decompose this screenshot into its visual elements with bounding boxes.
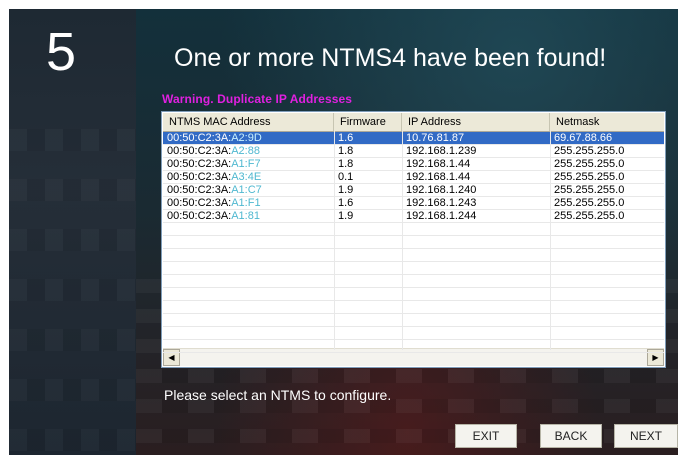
- mac-prefix: 00:50:C2:3A:: [167, 158, 232, 170]
- step-number: 5: [45, 22, 77, 82]
- selection-prompt: Please select an NTMS to configure.: [164, 387, 392, 403]
- mac-suffix: A3:4E: [231, 171, 262, 183]
- grid-line: [163, 222, 664, 223]
- mac-prefix: 00:50:C2:3A:: [167, 132, 232, 144]
- grid-line: [163, 352, 664, 353]
- next-button[interactable]: NEXT: [614, 424, 678, 448]
- column-header-mac[interactable]: NTMS MAC Address: [163, 113, 334, 131]
- grid-line: [163, 144, 664, 145]
- mac-prefix: 00:50:C2:3A:: [167, 184, 232, 196]
- mac-prefix: 00:50:C2:3A:: [167, 171, 232, 183]
- horizontal-scrollbar[interactable]: ◀ ▶: [163, 348, 664, 366]
- grid-line: [163, 274, 664, 275]
- grid-line: [163, 248, 664, 249]
- grid-line: [163, 313, 664, 314]
- grid-line: [163, 183, 664, 184]
- column-header-netmask[interactable]: Netmask: [550, 113, 664, 131]
- grid-line: [163, 209, 664, 210]
- grid-line: [163, 287, 664, 288]
- mac-suffix: A2:9D: [231, 132, 262, 144]
- mac-suffix: A1:C7: [231, 184, 262, 196]
- grid-line: [163, 339, 664, 340]
- grid-line: [402, 131, 403, 350]
- duplicate-ip-warning: Warning. Duplicate IP Addresses: [162, 92, 353, 106]
- page-title: One or more NTMS4 have been found!: [174, 44, 607, 72]
- grid-line: [163, 300, 664, 301]
- column-header-firmware[interactable]: Firmware: [334, 113, 402, 131]
- mac-prefix: 00:50:C2:3A:: [167, 145, 232, 157]
- column-header-ip[interactable]: IP Address: [402, 113, 550, 131]
- grid-line: [163, 170, 664, 171]
- grid-line: [163, 157, 664, 158]
- grid-line: [163, 196, 664, 197]
- grid-line: [550, 131, 551, 350]
- mac-prefix: 00:50:C2:3A:: [167, 197, 232, 209]
- mac-suffix: A2:88: [231, 145, 260, 157]
- grid-line: [163, 261, 664, 262]
- back-button[interactable]: BACK: [540, 424, 602, 448]
- ntms-device-list[interactable]: NTMS MAC Address Firmware IP Address Net…: [161, 111, 666, 368]
- mac-prefix: 00:50:C2:3A:: [167, 210, 232, 222]
- mac-suffix: A1:F1: [231, 197, 261, 209]
- mac-suffix: A1:81: [231, 210, 260, 222]
- grid-line: [163, 326, 664, 327]
- grid-line: [163, 235, 664, 236]
- list-header: NTMS MAC Address Firmware IP Address Net…: [163, 113, 664, 132]
- exit-button[interactable]: EXIT: [455, 424, 517, 448]
- wizard-window: 5 One or more NTMS4 have been found! War…: [0, 0, 678, 455]
- grid-line: [334, 131, 335, 350]
- mac-suffix: A1:F7: [231, 158, 261, 170]
